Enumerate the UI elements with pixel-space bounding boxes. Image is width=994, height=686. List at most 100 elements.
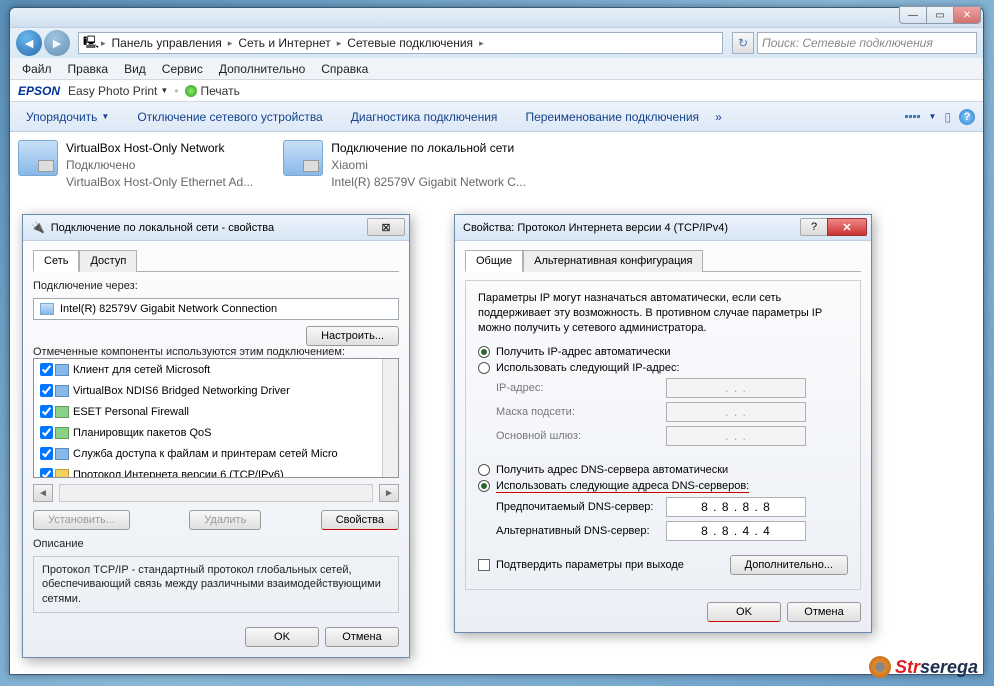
remove-button[interactable]: Удалить — [189, 510, 261, 530]
cancel-button[interactable]: Отмена — [325, 627, 399, 647]
scroll-left-button[interactable]: ◄ — [33, 484, 53, 502]
tab-network[interactable]: Сеть — [33, 250, 79, 272]
gateway-input: . . . — [666, 426, 806, 446]
dialog-title: Подключение по локальной сети - свойства — [51, 222, 274, 234]
close-button[interactable]: ✕ — [953, 6, 981, 24]
menu-bar: Файл Правка Вид Сервис Дополнительно Спр… — [10, 58, 983, 80]
gateway-label: Основной шлюз: — [496, 430, 666, 442]
menu-advanced[interactable]: Дополнительно — [211, 60, 313, 78]
command-toolbar: Упорядочить▼ Отключение сетевого устройс… — [10, 102, 983, 132]
dialog-help-button[interactable]: ? — [800, 218, 828, 236]
item-checkbox[interactable] — [40, 447, 53, 460]
properties-button[interactable]: Свойства — [321, 510, 399, 530]
radio-manual-dns[interactable] — [478, 480, 490, 492]
qos-icon — [55, 427, 69, 439]
organize-button[interactable]: Упорядочить▼ — [18, 107, 117, 127]
content-area: VirtualBox Host-Only Network Подключено … — [10, 132, 983, 198]
alternate-dns-input[interactable]: 8 . 8 . 4 . 4 — [666, 521, 806, 541]
menu-help[interactable]: Справка — [313, 60, 376, 78]
radio-auto-dns[interactable] — [478, 464, 490, 476]
tab-alternate[interactable]: Альтернативная конфигурация — [523, 250, 703, 272]
preferred-dns-input[interactable]: 8 . 8 . 8 . 8 — [666, 497, 806, 517]
list-item[interactable]: Протокол Интернета версии 6 (TCP/IPv6) — [34, 464, 398, 478]
more-commands-button[interactable]: » — [707, 107, 730, 127]
tab-general[interactable]: Общие — [465, 250, 523, 272]
connection-item[interactable]: Подключение по локальной сети Xiaomi Int… — [283, 140, 526, 190]
cancel-button[interactable]: Отмена — [787, 602, 861, 622]
dialog-titlebar[interactable]: 🔌 Подключение по локальной сети - свойст… — [23, 215, 409, 241]
protocol-icon — [55, 469, 69, 479]
horizontal-scrollbar[interactable] — [59, 484, 373, 502]
list-item[interactable]: VirtualBox NDIS6 Bridged Networking Driv… — [34, 380, 398, 401]
epson-logo: EPSON — [18, 84, 60, 98]
subnet-mask-input: . . . — [666, 402, 806, 422]
list-item[interactable]: ESET Personal Firewall — [34, 401, 398, 422]
maximize-button[interactable]: ▭ — [926, 6, 954, 24]
advanced-button[interactable]: Дополнительно... — [730, 555, 848, 575]
item-checkbox[interactable] — [40, 426, 53, 439]
network-icon: 🖳 — [83, 33, 99, 54]
confirm-on-exit-checkbox[interactable] — [478, 559, 490, 571]
item-checkbox[interactable] — [40, 384, 53, 397]
ip-address-input: . . . — [666, 378, 806, 398]
connection-item[interactable]: VirtualBox Host-Only Network Подключено … — [18, 140, 253, 190]
radio-manual-ip[interactable] — [478, 362, 490, 374]
driver-icon — [55, 385, 69, 397]
alternate-dns-label: Альтернативный DNS-сервер: — [496, 525, 666, 537]
dialog-titlebar[interactable]: Свойства: Протокол Интернета версии 4 (T… — [455, 215, 871, 241]
components-listbox[interactable]: Клиент для сетей Microsoft VirtualBox ND… — [33, 358, 399, 478]
dialog-help-button[interactable]: ⊠ — [367, 218, 405, 236]
breadcrumb-item[interactable]: Сетевые подключения — [343, 36, 477, 50]
list-item[interactable]: Клиент для сетей Microsoft — [34, 359, 398, 380]
epson-easy-link[interactable]: Easy Photo Print — [68, 84, 157, 98]
breadcrumb-item[interactable]: Сеть и Интернет — [234, 36, 334, 50]
ipv4-properties-dialog: Свойства: Протокол Интернета версии 4 (T… — [454, 214, 872, 633]
configure-button[interactable]: Настроить... — [306, 326, 399, 346]
connection-properties-dialog: 🔌 Подключение по локальной сети - свойст… — [22, 214, 410, 658]
diagnose-button[interactable]: Диагностика подключения — [343, 107, 506, 127]
menu-view[interactable]: Вид — [116, 60, 154, 78]
view-mode-button[interactable] — [905, 115, 920, 118]
minimize-button[interactable]: — — [899, 6, 927, 24]
breadcrumb-item[interactable]: Панель управления — [108, 36, 226, 50]
gear-icon — [869, 656, 891, 678]
print-icon — [185, 85, 197, 97]
preview-pane-icon[interactable]: ▯ — [944, 110, 951, 124]
forward-button[interactable]: ► — [44, 30, 70, 56]
item-checkbox[interactable] — [40, 363, 53, 376]
item-checkbox[interactable] — [40, 468, 53, 478]
scroll-right-button[interactable]: ► — [379, 484, 399, 502]
ok-button[interactable]: OK — [245, 627, 319, 647]
dialog-close-button[interactable]: ✕ — [827, 218, 867, 236]
subnet-mask-label: Маска подсети: — [496, 406, 666, 418]
radio-auto-ip[interactable] — [478, 346, 490, 358]
network-adapter-icon — [18, 140, 58, 176]
install-button[interactable]: Установить... — [33, 510, 130, 530]
connection-status: Xiaomi — [331, 157, 526, 174]
rename-button[interactable]: Переименование подключения — [517, 107, 707, 127]
item-checkbox[interactable] — [40, 405, 53, 418]
components-label: Отмеченные компоненты используются этим … — [33, 346, 399, 358]
disable-device-button[interactable]: Отключение сетевого устройства — [129, 107, 330, 127]
epson-print-link[interactable]: Печать — [201, 84, 240, 98]
adapter-combo: Intel(R) 82579V Gigabit Network Connecti… — [33, 298, 399, 320]
search-placeholder: Поиск: Сетевые подключения — [762, 36, 933, 50]
refresh-button[interactable]: ↻ — [732, 32, 754, 54]
help-button[interactable]: ? — [959, 109, 975, 125]
scrollbar[interactable] — [382, 359, 398, 477]
service-icon — [55, 448, 69, 460]
ok-button[interactable]: OK — [707, 602, 781, 622]
radio-manual-dns-label: Использовать следующие адреса DNS-сервер… — [496, 480, 749, 493]
radio-auto-ip-label: Получить IP-адрес автоматически — [496, 346, 670, 358]
watermark: Strserega — [869, 656, 978, 678]
window-titlebar[interactable]: — ▭ ✕ — [10, 8, 983, 28]
list-item[interactable]: Планировщик пакетов QoS — [34, 422, 398, 443]
list-item[interactable]: Служба доступа к файлам и принтерам сете… — [34, 443, 398, 464]
search-input[interactable]: Поиск: Сетевые подключения — [757, 32, 977, 54]
menu-edit[interactable]: Правка — [60, 60, 117, 78]
back-button[interactable]: ◄ — [16, 30, 42, 56]
menu-file[interactable]: Файл — [14, 60, 60, 78]
tab-sharing[interactable]: Доступ — [79, 250, 137, 272]
address-bar[interactable]: 🖳 ▸ Панель управления ▸ Сеть и Интернет … — [78, 32, 723, 54]
menu-service[interactable]: Сервис — [154, 60, 211, 78]
